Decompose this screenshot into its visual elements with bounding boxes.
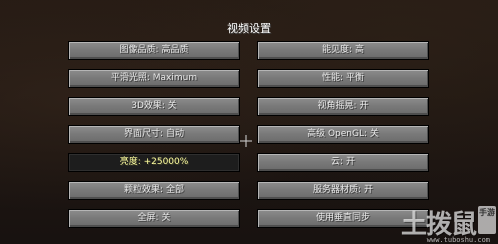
clouds-button[interactable]: 云: 开: [257, 153, 429, 172]
site-watermark: 土拨鼠 手游 www.tuboshu.com: [362, 204, 498, 244]
performance-button[interactable]: 性能: 平衡: [257, 69, 429, 88]
graphics-quality-button[interactable]: 图像品质: 高品质: [68, 41, 240, 60]
smooth-lighting-button[interactable]: 平滑光照: Maximum: [68, 69, 240, 88]
gui-scale-button[interactable]: 界面尺寸: 自动: [68, 125, 240, 144]
view-bobbing-button[interactable]: 视角摇晃: 开: [257, 97, 429, 116]
advanced-opengl-button[interactable]: 高级 OpenGL: 关: [257, 125, 429, 144]
crosshair-icon: [240, 135, 252, 147]
fullscreen-button[interactable]: 全屏: 关: [68, 209, 240, 228]
server-textures-button[interactable]: 服务器材质: 开: [257, 181, 429, 200]
watermark-badge: 手游: [478, 206, 496, 234]
3d-anaglyph-button[interactable]: 3D效果: 关: [68, 97, 240, 116]
page-title: 视频设置: [227, 22, 271, 35]
brightness-slider[interactable]: 亮度: +25000%: [68, 153, 240, 172]
watermark-url: www.tuboshu.com: [426, 236, 490, 244]
particles-button[interactable]: 颗粒效果: 全部: [68, 181, 240, 200]
render-distance-button[interactable]: 能见度: 高: [257, 41, 429, 60]
